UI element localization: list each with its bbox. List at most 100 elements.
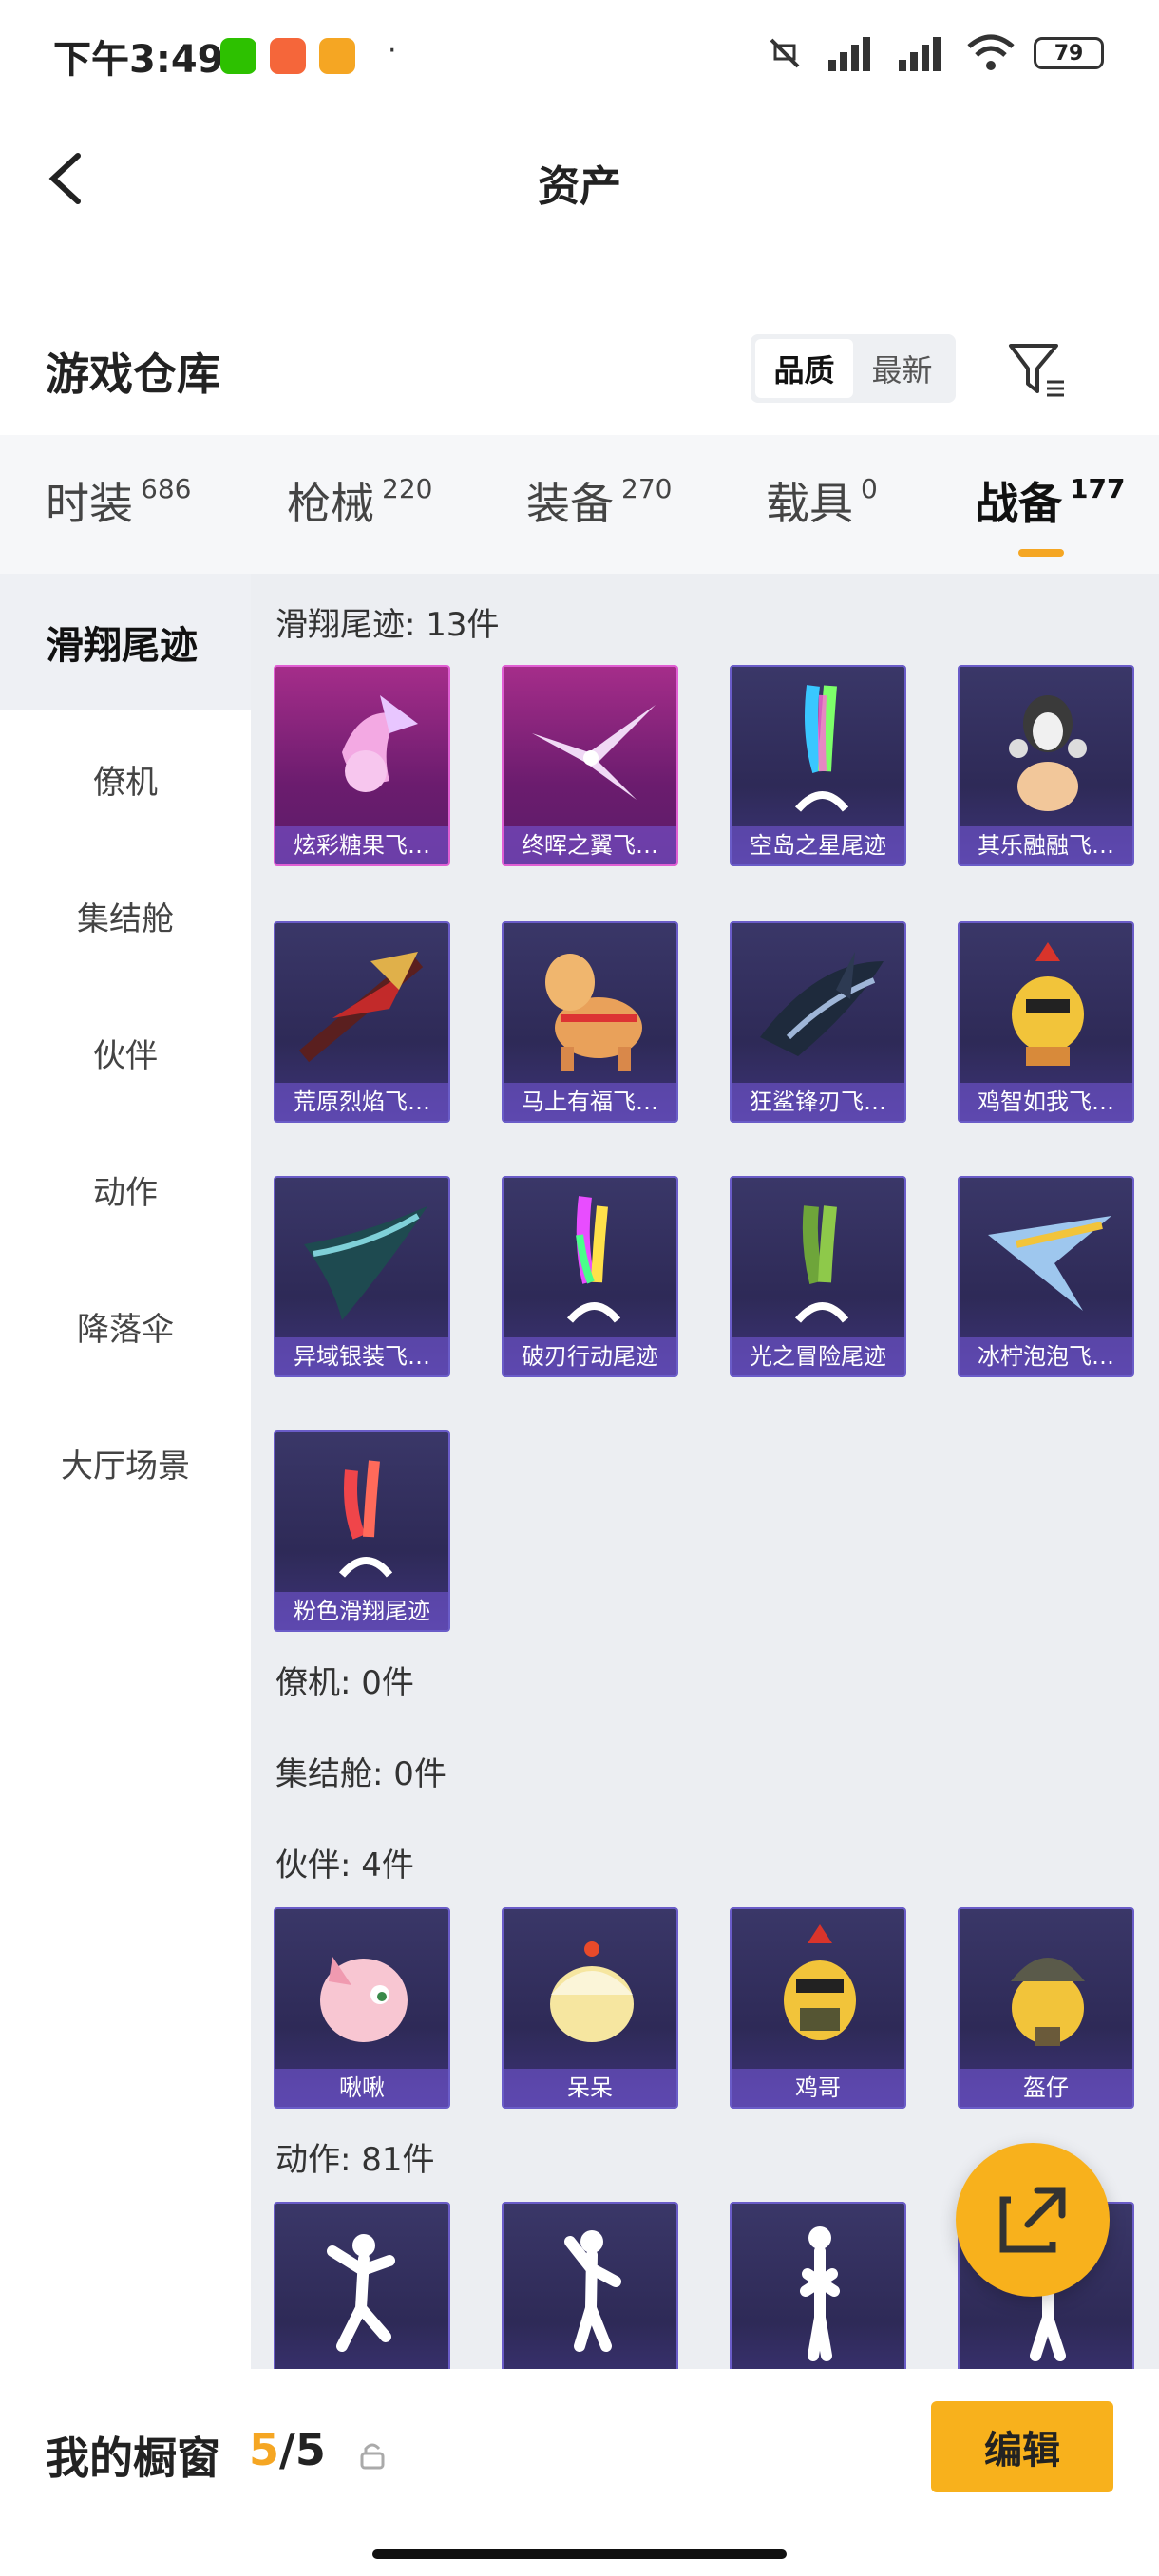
item-image (342, 695, 418, 792)
sidebar-item-glide-trail[interactable]: 滑翔尾迹 (0, 574, 251, 710)
partner-image (1011, 1958, 1085, 2046)
item-name: 马上有福飞… (504, 1083, 676, 1121)
sidebar-item-parachute[interactable]: 降落伞 (0, 1258, 251, 1394)
partner-image (784, 1924, 856, 2040)
sort-quality-button[interactable]: 品质 (755, 339, 853, 398)
showcase-count-total: /5 (279, 2424, 326, 2475)
sidebar-item-partner[interactable]: 伙伴 (0, 984, 251, 1121)
item-card[interactable]: 马上有福飞… (502, 921, 678, 1123)
item-card[interactable]: 冰柠泡泡飞… (958, 1176, 1134, 1377)
section-title-pod: 集结舱: 0件 (276, 1755, 446, 1793)
showcase-label: 我的橱窗 (46, 2433, 220, 2484)
wechat-icon (220, 38, 256, 74)
partner-name: 盔仔 (960, 2069, 1132, 2107)
tab-count: 177 (1070, 473, 1126, 504)
item-card[interactable]: 狂鲨锋刃飞… (730, 921, 906, 1123)
sort-toggle: 品质 最新 (750, 334, 956, 403)
item-card[interactable]: 空岛之星尾迹 (730, 665, 906, 866)
showcase-bar: 我的橱窗 5/5 编辑 (0, 2369, 1159, 2576)
item-image (545, 954, 642, 1071)
sidebar-item-wingman[interactable]: 僚机 (0, 710, 251, 847)
item-card[interactable]: 鸡智如我飞… (958, 921, 1134, 1123)
share-fab-button[interactable] (956, 2143, 1110, 2297)
item-content: 滑翔尾迹: 13件 炫彩糖果飞… 终晖之翼飞… 空岛之星尾迹 其乐融融飞… 荒原… (251, 574, 1159, 2369)
item-image (338, 1460, 393, 1578)
signal-icon (828, 37, 870, 71)
partner-image (550, 1941, 634, 2042)
item-image (794, 685, 849, 812)
tab-fashion[interactable]: 时装 686 (46, 469, 191, 532)
status-time: 下午3:49 (53, 38, 224, 82)
partner-card[interactable]: 呆呆 (502, 1907, 678, 2109)
section-title-glide: 滑翔尾迹: 13件 (276, 606, 500, 644)
item-name: 其乐融融飞… (960, 826, 1132, 864)
item-name: 终晖之翼飞… (504, 826, 676, 864)
status-dot: · (388, 34, 397, 67)
sidebar-item-lobby-scene[interactable]: 大厅场景 (0, 1394, 251, 1531)
action-image (800, 2226, 840, 2361)
tab-label: 装备 (526, 478, 614, 529)
tab-count: 270 (621, 473, 673, 504)
item-card[interactable]: 粉色滑翔尾迹 (274, 1430, 450, 1632)
action-card[interactable] (274, 2202, 450, 2369)
item-card[interactable]: 荒原烈焰飞… (274, 921, 450, 1123)
sidebar-item-action[interactable]: 动作 (0, 1121, 251, 1258)
section-title-action: 动作: 81件 (276, 2141, 435, 2179)
item-image (304, 1206, 428, 1320)
share-icon (999, 2187, 1066, 2253)
item-name: 粉色滑翔尾迹 (276, 1592, 448, 1630)
wifi-icon (967, 34, 1015, 70)
item-card[interactable]: 异域银装飞… (274, 1176, 450, 1377)
section-title-partner: 伙伴: 4件 (276, 1847, 414, 1885)
sort-latest-button[interactable]: 最新 (853, 339, 951, 398)
mute-icon (770, 38, 800, 68)
tab-label: 枪械 (287, 478, 374, 529)
partner-card[interactable]: 啾啾 (274, 1907, 450, 2109)
item-image (566, 1196, 621, 1323)
partner-name: 呆呆 (504, 2069, 676, 2107)
section-title-wingman: 僚机: 0件 (276, 1664, 414, 1702)
signal-icon-2 (899, 37, 940, 71)
action-card[interactable] (502, 2202, 678, 2369)
tab-vehicles[interactable]: 载具 0 (766, 469, 878, 532)
item-name: 光之冒险尾迹 (732, 1337, 904, 1375)
item-card[interactable]: 炫彩糖果飞… (274, 665, 450, 866)
item-image (760, 952, 884, 1056)
nav-bar: 资产 (0, 114, 1159, 237)
partner-image (320, 1957, 408, 2042)
tab-label: 时装 (46, 478, 133, 529)
showcase-count-current: 5 (249, 2424, 280, 2475)
category-tabs: 时装 686 枪械 220 装备 270 载具 0 战备 177 (0, 435, 1159, 574)
partner-card[interactable]: 盔仔 (958, 1907, 1134, 2109)
partner-card[interactable]: 鸡哥 (730, 1907, 906, 2109)
item-image (298, 952, 424, 1063)
active-tab-indicator (1018, 549, 1064, 557)
warehouse-header: 游戏仓库 品质 最新 (0, 323, 1159, 427)
filter-icon[interactable] (1005, 338, 1068, 401)
tab-equipment[interactable]: 装备 270 (526, 469, 672, 532)
item-card[interactable]: 终晖之翼飞… (502, 665, 678, 866)
item-name: 冰柠泡泡飞… (960, 1337, 1132, 1375)
item-name: 炫彩糖果飞… (276, 826, 448, 864)
action-image (327, 2234, 395, 2352)
item-card[interactable]: 光之冒险尾迹 (730, 1176, 906, 1377)
battery-indicator: 79 (1034, 37, 1104, 69)
tab-label: 战备 (975, 478, 1062, 529)
status-bar: 下午3:49 · 79 (0, 0, 1159, 114)
tab-guns[interactable]: 枪械 220 (287, 469, 432, 532)
tab-label: 载具 (766, 478, 853, 529)
tab-battle-prep[interactable]: 战备 177 (975, 469, 1126, 557)
item-name: 鸡智如我飞… (960, 1083, 1132, 1121)
lock-icon (360, 2443, 385, 2470)
item-name: 狂鲨锋刃飞… (732, 1083, 904, 1121)
partner-name: 啾啾 (276, 2069, 448, 2107)
page-title: 资产 (538, 162, 621, 211)
home-indicator (372, 2549, 787, 2559)
sidebar-item-pod[interactable]: 集结舱 (0, 847, 251, 984)
edit-button[interactable]: 编辑 (931, 2401, 1113, 2492)
item-image (1009, 695, 1087, 811)
item-image (794, 1205, 849, 1323)
item-card[interactable]: 其乐融融飞… (958, 665, 1134, 866)
action-card[interactable] (730, 2202, 906, 2369)
item-card[interactable]: 破刃行动尾迹 (502, 1176, 678, 1377)
